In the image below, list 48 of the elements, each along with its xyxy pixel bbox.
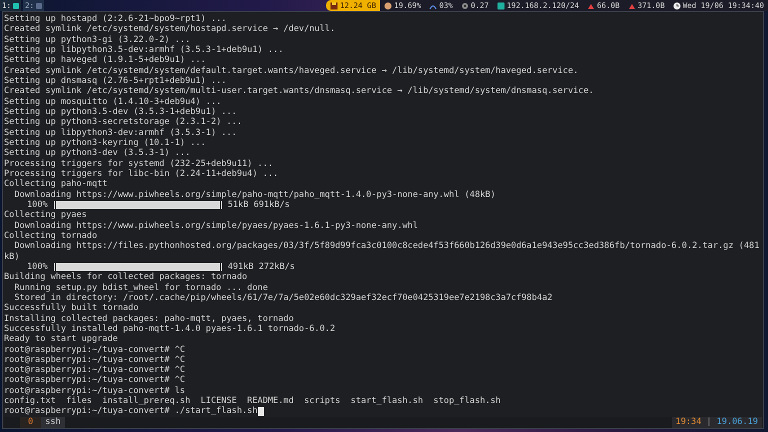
terminal-line: Setting up python3-dev (3.5.3-1) ...: [4, 148, 190, 159]
terminal-line: kB): [4, 252, 20, 262]
terminal-line: root@raspberrypi:~/tuya-convert# ^C: [4, 344, 186, 355]
tmux-window-tab[interactable]: ssh: [41, 417, 65, 428]
terminal-line: Downloading https://files.pythonhosted.org/packages/03/3f/5f89d99fca3c0100c8cede4f53f660b126d39e0d6a1e943e95cc3ed386fb/tornado-6.0.2.tar.gz (481: [13, 241, 760, 252]
terminal-line: Setting up python3-secretstorage (2.3.1-2) ...: [4, 117, 242, 128]
terminal-line: Setting up python3-gi (3.22.0-2) ...: [4, 34, 190, 45]
separator: |: [705, 417, 713, 428]
clock-icon: [672, 2, 681, 10]
terminal-line: Building wheels for collected packages: tornado: [4, 272, 248, 283]
terminal-line: Setting up libpython3-dev:armhf (3.5.3-1) ...: [4, 128, 237, 138]
terminal-line: root@raspberrypi:~/tuya-convert# ^C: [4, 375, 186, 386]
terminal-line: Created symlink /etc/systemd/system/multi-user.target.wants/dnsmasq.service → /lib/systemd/system/dnsmasq.service.: [4, 86, 594, 97]
terminal-line: Installing collected packages: paho-mqtt, pyaes, tornado: [4, 314, 294, 324]
progress-reading: 51kB 691kB/s: [228, 200, 290, 210]
terminal-line: Stored in directory: /root/.cache/pip/wheels/61/7e/7a/5e02e60dc329aef32ecf70e0425319ee7e2198c3a7cf98b4a2: [13, 292, 552, 303]
progress-percent: 100%: [27, 200, 48, 210]
terminal-line: root@raspberrypi:~/tuya-convert# ./start_flash.sh: [4, 406, 258, 417]
terminal-line: config.txt files install_prereq.sh LICENSE README.md scripts start_flash.sh stop_flash.sh: [4, 396, 501, 406]
progress-percent: 100%: [27, 262, 48, 272]
terminal-line: Successfully installed paho-mqtt-1.4.0 pyaes-1.6.1 tornado-6.0.2: [4, 324, 336, 334]
terminal-line: Created symlink /etc/systemd/system/default.target.wants/haveged.service → /lib/systemd/system/haveged.service.: [4, 66, 578, 76]
terminal-line: Downloading https://www.piwheels.org/simple/paho-mqtt/paho_mqtt-1.4.0-py3-none-any.whl (48kB): [13, 190, 496, 200]
terminal-line: Downloading https://www.piwheels.org/simple/pyaes/pyaes-1.6.1-py3-none-any.whl: [13, 220, 418, 231]
tmux-time: 19:34: [674, 417, 702, 428]
terminal-line: Setting up python3-keyring (10.1-1) ...: [4, 138, 206, 148]
terminal-line: Ready to start upgrade: [4, 334, 118, 344]
terminal-line: Processing triggers for libc-bin (2.24-11+deb9u4) ...: [4, 168, 278, 179]
terminal-line: Setting up libpython3.5-dev:armhf (3.5.3-1+deb9u1) ...: [4, 44, 284, 56]
terminal-line: Successfully built tornado: [4, 303, 139, 314]
tmux-date: 19.06.19: [716, 417, 759, 428]
terminal-line: Setting up python3.5-dev (3.5.3-1+deb9u1) ...: [4, 106, 237, 118]
terminal-line: Processing triggers for systemd (232-25+deb9u11) ...: [4, 158, 274, 169]
terminal-line: Setting up hostapd (2:2.6-21~bpo9~rpt1) ...: [4, 14, 226, 24]
terminal-line: Running setup.py bdist_wheel for tornado ... done: [13, 282, 268, 293]
terminal-line: Setting up haveged (1.9.1-5+deb9u1) ...: [4, 55, 206, 66]
terminal-line: root@raspberrypi:~/tuya-convert# ^C: [4, 365, 186, 376]
gear-icon: [460, 2, 469, 10]
terminal-line: Collecting tornado: [4, 230, 98, 241]
terminal-line: Created symlink /etc/systemd/system/hostapd.service → /dev/null.: [4, 24, 336, 35]
progress-reading: 491kB 272kB/s: [228, 262, 295, 272]
terminal-line: Collecting pyaes: [4, 210, 87, 221]
terminal-line: root@raspberrypi:~/tuya-convert# ls: [4, 386, 186, 396]
terminal-line: Setting up mosquitto (1.4.10-3+deb9u4) ...: [4, 96, 222, 107]
terminal-line: Setting up dnsmasq (2.76-5+rpt1+deb9u1) ...: [4, 76, 226, 86]
terminal-line: root@raspberrypi:~/tuya-convert# ^C: [4, 354, 186, 366]
tmux-window-index: 0: [20, 417, 42, 428]
terminal-line: Collecting paho-mqtt: [4, 179, 108, 190]
